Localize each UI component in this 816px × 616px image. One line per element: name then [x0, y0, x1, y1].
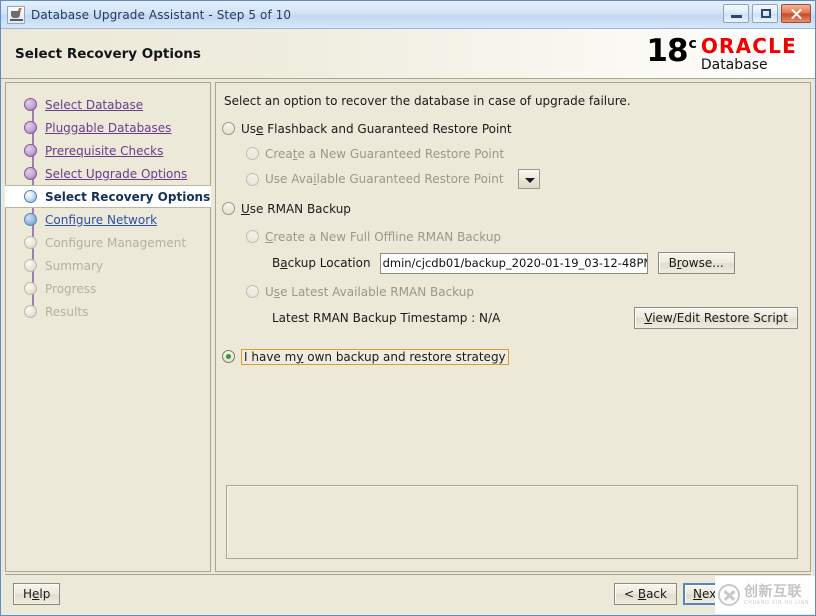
chevron-down-icon[interactable] — [517, 169, 540, 189]
option-label: Use Available Guaranteed Restore Point — [265, 172, 504, 186]
option-create-new-rman-backup[interactable]: Create a New Full Offline RMAN Backup — [246, 227, 800, 246]
instruction-text: Select an option to recover the database… — [224, 94, 631, 108]
message-panel — [226, 485, 798, 559]
option-label: I have my own backup and restore strateg… — [241, 348, 509, 365]
sidebar-item-results: Results — [6, 300, 210, 323]
close-button[interactable] — [781, 4, 811, 23]
sidebar-item-configure-management: Configure Management — [6, 231, 210, 254]
step-bullet-icon — [24, 282, 37, 295]
window-title: Database Upgrade Assistant - Step 5 of 1… — [31, 7, 292, 22]
option-label: Create a New Guaranteed Restore Point — [265, 146, 505, 161]
wizard-sidebar: Select Database Pluggable Databases Prer… — [5, 82, 211, 572]
step-bullet-icon — [24, 259, 37, 272]
step-bullet-icon — [24, 213, 37, 226]
sidebar-item-pluggable-databases[interactable]: Pluggable Databases — [6, 116, 210, 139]
option-use-available-grp[interactable]: Use Available Guaranteed Restore Point — [246, 169, 800, 189]
step-bullet-icon — [24, 167, 37, 180]
sidebar-item-label: Configure Management — [45, 235, 187, 250]
oracle-logo: 18 c ORACLE Database — [646, 32, 805, 73]
radio-use-available-grp[interactable] — [246, 172, 259, 186]
option-use-latest-rman-backup[interactable]: Use Latest Available RMAN Backup — [246, 282, 800, 301]
option-label: Use Latest Available RMAN Backup — [265, 284, 474, 299]
radio-own-backup-strategy[interactable] — [222, 350, 235, 363]
sidebar-item-label: Select Recovery Options — [45, 189, 211, 204]
sidebar-item-label: Select Database — [45, 97, 144, 112]
sidebar-item-label: Pluggable Databases — [45, 120, 172, 135]
backup-location-input[interactable]: dmin/cjcdb01/backup_2020-01-19_03-12-48P… — [379, 252, 648, 274]
main-content-panel: Select an option to recover the database… — [215, 82, 811, 572]
sidebar-item-select-database[interactable]: Select Database — [6, 93, 210, 116]
sidebar-item-configure-network[interactable]: Configure Network — [6, 208, 210, 231]
maximize-button[interactable] — [752, 4, 778, 23]
title-bar: Database Upgrade Assistant - Step 5 of 1… — [1, 1, 815, 29]
option-label: Create a New Full Offline RMAN Backup — [265, 229, 502, 244]
watermark-logo-icon — [718, 584, 740, 606]
oracle-version: 18 c — [646, 32, 697, 69]
radio-create-new-grp[interactable] — [246, 147, 259, 160]
step-bullet-icon — [24, 190, 37, 203]
java-cup-icon — [7, 5, 25, 24]
watermark-pinyin-text: CHUANG XIN HU LIAN — [744, 599, 809, 606]
oracle-version-number: 18 — [646, 32, 688, 69]
sidebar-item-prerequisite-checks[interactable]: Prerequisite Checks — [6, 139, 210, 162]
radio-use-flashback[interactable] — [222, 122, 235, 135]
sidebar-item-label: Prerequisite Checks — [45, 143, 164, 158]
step-bullet-icon — [24, 121, 37, 134]
option-create-new-grp[interactable]: Create a New Guaranteed Restore Point — [246, 144, 800, 163]
radio-use-rman-backup[interactable] — [222, 202, 235, 215]
sidebar-item-summary: Summary — [6, 254, 210, 277]
page-header: Select Recovery Options 18 c ORACLE Datab… — [1, 29, 815, 79]
recovery-options-group: Use Flashback and Guaranteed Restore Poi… — [222, 119, 800, 372]
wizard-step-list: Select Database Pluggable Databases Prer… — [5, 91, 211, 323]
option-use-flashback[interactable]: Use Flashback and Guaranteed Restore Poi… — [222, 119, 800, 138]
backup-location-label: Backup Location — [272, 256, 371, 270]
option-label: Use Flashback and Guaranteed Restore Poi… — [241, 121, 512, 136]
option-label: Use RMAN Backup — [241, 201, 351, 216]
page-title: Select Recovery Options — [15, 45, 201, 62]
sidebar-item-select-recovery-options[interactable]: Select Recovery Options — [5, 185, 211, 208]
sidebar-item-label: Summary — [45, 258, 103, 273]
minimize-button[interactable] — [723, 4, 749, 23]
option-own-backup-strategy[interactable]: I have my own backup and restore strateg… — [222, 347, 800, 366]
site-watermark: 创新互联 CHUANG XIN HU LIAN — [715, 576, 815, 614]
radio-create-new-rman-backup[interactable] — [246, 230, 259, 243]
sidebar-item-progress: Progress — [6, 277, 210, 300]
radio-use-latest-rman-backup[interactable] — [246, 285, 259, 298]
step-bullet-icon — [24, 144, 37, 157]
step-bullet-icon — [24, 236, 37, 249]
database-upgrade-assistant-window: Database Upgrade Assistant - Step 5 of 1… — [0, 0, 816, 616]
step-bullet-icon — [24, 305, 37, 318]
sidebar-item-label: Configure Network — [45, 212, 158, 227]
window-controls — [723, 4, 811, 23]
wizard-footer: Help < Back Next > Finish 创新互联 CHUANG XI… — [5, 574, 815, 614]
browse-button[interactable]: Browse... — [657, 252, 735, 274]
sidebar-item-label: Results — [45, 304, 89, 319]
sidebar-item-label: Progress — [45, 281, 97, 296]
watermark-chinese-text: 创新互联 — [744, 583, 802, 600]
sidebar-item-label: Select Upgrade Options — [45, 166, 188, 181]
latest-backup-timestamp: Latest RMAN Backup Timestamp : N/A — [272, 311, 501, 325]
step-bullet-icon — [24, 98, 37, 111]
backup-location-row: Backup Location dmin/cjcdb01/backup_2020… — [272, 252, 800, 274]
oracle-product: Database — [700, 56, 768, 73]
sidebar-item-select-upgrade-options[interactable]: Select Upgrade Options — [6, 162, 210, 185]
latest-backup-timestamp-row: Latest RMAN Backup Timestamp : N/A View/… — [272, 307, 798, 329]
oracle-version-suffix: c — [688, 35, 697, 52]
help-button[interactable]: Help — [13, 582, 61, 605]
body-area: Select Database Pluggable Databases Prer… — [1, 79, 815, 572]
back-button[interactable]: < Back — [613, 582, 677, 605]
oracle-brand: ORACLE — [700, 33, 797, 58]
option-use-rman-backup[interactable]: Use RMAN Backup — [222, 199, 800, 218]
view-edit-restore-script-button[interactable]: View/Edit Restore Script — [634, 307, 798, 329]
